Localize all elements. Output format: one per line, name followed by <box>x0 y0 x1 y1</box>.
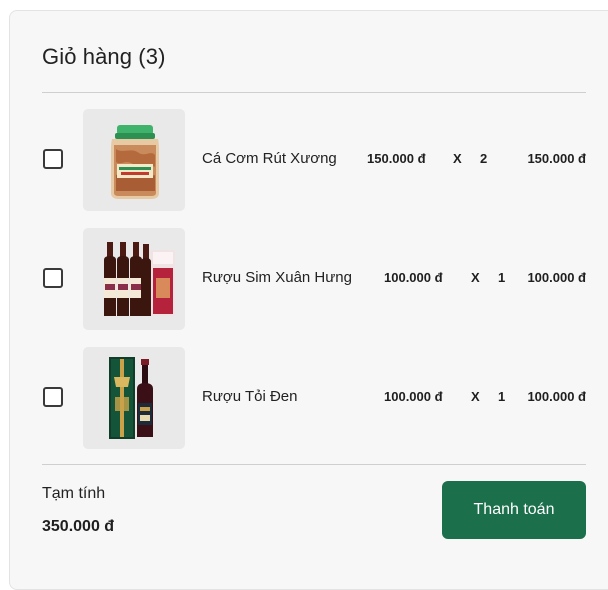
item-quantity: 2 <box>480 151 488 166</box>
checkout-button[interactable]: Thanh toán <box>442 481 586 539</box>
item-select-checkbox[interactable] <box>43 149 63 169</box>
jar-of-dried-fish-icon <box>111 125 159 199</box>
subtotal-label: Tạm tính <box>42 485 106 502</box>
line-total: 100.000 đ <box>527 270 586 285</box>
unit-price: 100.000 đ <box>384 270 443 285</box>
item-quantity: 1 <box>498 270 506 285</box>
cart-item-row: Rượu Tỏi Đen 100.000 đ X 1 100.000 đ <box>42 347 586 449</box>
line-total: 150.000 đ <box>527 151 586 166</box>
product-image <box>83 109 185 211</box>
product-name[interactable]: Rượu Tỏi Đen <box>202 388 297 405</box>
line-total: 100.000 đ <box>527 389 586 404</box>
header-divider <box>42 92 586 93</box>
multiply-sign: X <box>453 151 462 166</box>
product-name[interactable]: Rượu Sim Xuân Hưng <box>202 269 352 286</box>
unit-price: 150.000 đ <box>367 151 426 166</box>
cart-title: Giỏ hàng (3) <box>42 44 166 69</box>
item-select-checkbox[interactable] <box>43 268 63 288</box>
item-select-checkbox[interactable] <box>43 387 63 407</box>
product-image <box>83 347 185 449</box>
subtotal-value: 350.000 đ <box>42 518 115 535</box>
footer-divider <box>42 464 586 465</box>
product-image <box>83 228 185 330</box>
item-quantity: 1 <box>498 389 506 404</box>
cart-item-row: Rượu Sim Xuân Hưng 100.000 đ X 1 100.000… <box>42 228 586 330</box>
wine-bottle-with-gift-box-icon <box>109 357 153 439</box>
cart-item-row: Cá Cơm Rút Xương 150.000 đ X 2 150.000 đ <box>42 109 586 211</box>
wine-bottles-with-box-icon <box>104 242 175 316</box>
product-name[interactable]: Cá Cơm Rút Xương <box>202 150 337 167</box>
multiply-sign: X <box>471 389 480 404</box>
unit-price: 100.000 đ <box>384 389 443 404</box>
multiply-sign: X <box>471 270 480 285</box>
cart-panel: Giỏ hàng (3) Cá Cơm Rút Xương 150.000 đ … <box>9 10 608 590</box>
